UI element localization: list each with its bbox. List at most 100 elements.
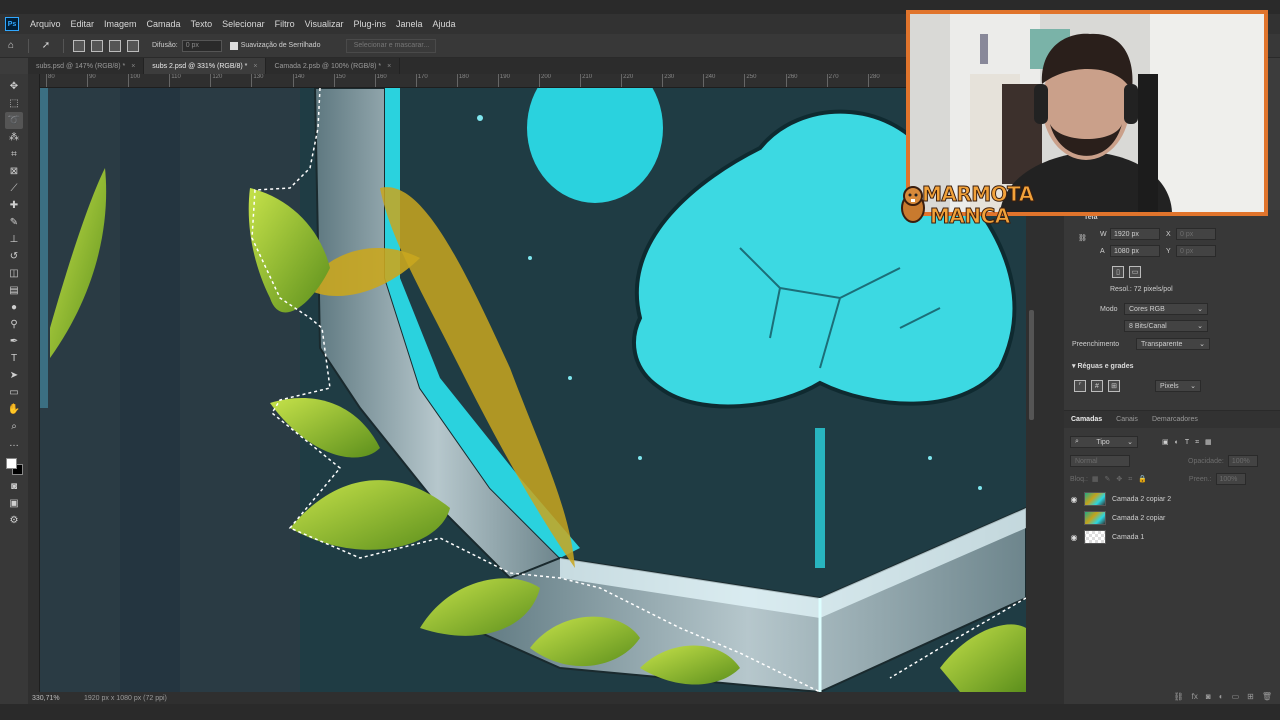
subtract-from-selection-button[interactable]: [109, 39, 121, 52]
grid-toggle-icon[interactable]: #: [1091, 380, 1103, 392]
guides-toggle-icon[interactable]: ⊞: [1108, 380, 1120, 392]
ruler-tick: 220: [621, 74, 633, 87]
height-field[interactable]: 1080 px: [1110, 245, 1160, 257]
lasso-tool-icon[interactable]: ➰: [5, 112, 23, 129]
color-swatches[interactable]: [4, 456, 24, 478]
y-field[interactable]: 0 px: [1176, 245, 1216, 257]
dodge-tool-icon[interactable]: ⚲: [5, 316, 23, 333]
tab-paths[interactable]: Demarcadores: [1145, 416, 1205, 423]
menu-plugins[interactable]: Plug-ins: [348, 19, 391, 29]
gradient-tool-icon[interactable]: ▤: [5, 282, 23, 299]
menu-filtro[interactable]: Filtro: [270, 19, 300, 29]
tab-channels[interactable]: Canais: [1109, 416, 1145, 423]
layer-row[interactable]: ◉ Camada 2 copiar 2: [1064, 490, 1280, 508]
menu-texto[interactable]: Texto: [186, 19, 218, 29]
lasso-tool-preset-icon[interactable]: ➚: [39, 39, 53, 53]
tab-layers[interactable]: Camadas: [1064, 416, 1109, 423]
magic-wand-tool-icon[interactable]: ⁂: [5, 129, 23, 146]
brush-tool-icon[interactable]: ✎: [5, 214, 23, 231]
horizontal-ruler[interactable]: 80 90 100 110 120 130 140 150 160 170 180 190 200 210…: [40, 74, 1026, 88]
menu-janela[interactable]: Janela: [391, 19, 428, 29]
eye-icon[interactable]: ◉: [1064, 533, 1084, 542]
more-tools-icon[interactable]: …: [5, 435, 23, 452]
menu-imagem[interactable]: Imagem: [99, 19, 142, 29]
menu-camada[interactable]: Camada: [142, 19, 186, 29]
portrait-icon[interactable]: ▯: [1112, 266, 1124, 278]
zoom-level[interactable]: 330,71%: [28, 695, 68, 702]
width-field[interactable]: 1920 px: [1110, 228, 1160, 240]
tab-subs-2[interactable]: subs 2.psd @ 331% (RGB/8) * ×: [144, 58, 267, 74]
marquee-tool-icon[interactable]: ⬚: [5, 95, 23, 112]
menu-selecionar[interactable]: Selecionar: [217, 19, 270, 29]
eye-icon[interactable]: ◉: [1064, 495, 1084, 504]
link-icon[interactable]: ⛓: [1078, 234, 1087, 242]
new-group-icon[interactable]: ▭: [1232, 692, 1240, 701]
filter-icons[interactable]: ▣◐T⌗▦: [1162, 438, 1218, 447]
menu-ajuda[interactable]: Ajuda: [428, 19, 461, 29]
crop-tool-icon[interactable]: ⌗: [5, 146, 23, 163]
lock-icons[interactable]: ▦✎✥⌗🔒: [1092, 475, 1153, 484]
path-selection-tool-icon[interactable]: ➤: [5, 367, 23, 384]
zoom-tool-icon[interactable]: ⌕: [5, 418, 23, 435]
type-tool-icon[interactable]: T: [5, 350, 23, 367]
units-dropdown[interactable]: Pixels ⌄: [1155, 380, 1201, 392]
pen-tool-icon[interactable]: ✒: [5, 333, 23, 350]
trash-icon[interactable]: 🗑: [1262, 692, 1272, 701]
bit-depth-dropdown[interactable]: 8 Bits/Canal ⌄: [1124, 320, 1208, 332]
healing-brush-tool-icon[interactable]: ✚: [5, 197, 23, 214]
ruler-toggle-icon[interactable]: ⌜: [1074, 380, 1086, 392]
link-layers-icon[interactable]: ⛓: [1174, 692, 1184, 701]
clone-stamp-tool-icon[interactable]: ⊥: [5, 231, 23, 248]
intersect-selection-button[interactable]: [127, 39, 139, 52]
screen-mode-icon[interactable]: ▣: [5, 495, 23, 512]
blur-tool-icon[interactable]: ●: [5, 299, 23, 316]
menu-editar[interactable]: Editar: [66, 19, 100, 29]
document-canvas[interactable]: [40, 88, 1026, 692]
tab-camada-2[interactable]: Camada 2.psb @ 100% (RGB/8) * ×: [266, 58, 401, 74]
new-selection-button[interactable]: [73, 39, 85, 52]
add-mask-icon[interactable]: ◙: [1206, 692, 1211, 701]
eyedropper-tool-icon[interactable]: ⟋: [5, 180, 23, 197]
rectangle-tool-icon[interactable]: ▭: [5, 384, 23, 401]
new-layer-icon[interactable]: ⊞: [1247, 692, 1254, 701]
home-icon[interactable]: ⌂: [4, 39, 18, 53]
menu-arquivo[interactable]: Arquivo: [25, 19, 66, 29]
width-label: W: [1100, 230, 1107, 238]
eraser-tool-icon[interactable]: ◫: [5, 265, 23, 282]
hand-tool-icon[interactable]: ✋: [5, 401, 23, 418]
frame-tool-icon[interactable]: ⊠: [5, 163, 23, 180]
blend-mode-dropdown[interactable]: Normal: [1070, 455, 1130, 467]
x-field[interactable]: 0 px: [1176, 228, 1216, 240]
quick-mask-icon[interactable]: ◙: [5, 478, 23, 495]
canvas-scrollbar[interactable]: [1029, 310, 1034, 420]
close-icon[interactable]: ×: [253, 63, 257, 70]
foreground-color[interactable]: [6, 458, 17, 469]
landscape-icon[interactable]: ▭: [1129, 266, 1141, 278]
tab-subs[interactable]: subs.psd @ 147% (RGB/8) * ×: [28, 58, 145, 74]
fill-dropdown[interactable]: Transparente ⌄: [1136, 338, 1210, 350]
feather-input[interactable]: 0 px: [181, 39, 222, 52]
close-icon[interactable]: ×: [387, 63, 391, 70]
fx-icon[interactable]: fx: [1192, 692, 1198, 701]
rulers-and-grids-heading[interactable]: ▾ Réguas e grades: [1072, 362, 1134, 370]
document-info[interactable]: 1920 px x 1080 px (72 ppi): [84, 695, 167, 702]
menu-visualizar[interactable]: Visualizar: [300, 19, 349, 29]
history-brush-tool-icon[interactable]: ↺: [5, 248, 23, 265]
rulers-row: ⌜ # ⊞ Pixels ⌄: [1074, 380, 1201, 392]
antialias-checkbox[interactable]: [229, 41, 238, 50]
layer-row[interactable]: ◉ Camada 1: [1064, 528, 1280, 546]
mode-dropdown[interactable]: Cores RGB ⌄: [1124, 303, 1208, 315]
add-to-selection-button[interactable]: [91, 39, 103, 52]
vertical-ruler[interactable]: [28, 74, 40, 694]
opacity-field[interactable]: 100%: [1227, 455, 1258, 467]
move-tool-icon[interactable]: ✥: [5, 78, 23, 95]
layer-filter-dropdown[interactable]: ⌕ Tipo ⌄: [1070, 436, 1138, 448]
extras-icon[interactable]: ⚙: [5, 512, 23, 529]
select-and-mask-button[interactable]: Selecionar e mascarar...: [346, 38, 437, 53]
photoshop-logo-icon[interactable]: Ps: [5, 17, 19, 31]
fill-field[interactable]: 100%: [1215, 473, 1246, 485]
properties-and-layers-panel: Tela ⛓ W 1920 px X 0 px A 1080 px Y 0 px…: [1064, 210, 1280, 704]
close-icon[interactable]: ×: [131, 63, 135, 70]
layer-row[interactable]: Camada 2 copiar: [1064, 509, 1280, 527]
adjustment-layer-icon[interactable]: ◐: [1219, 692, 1224, 701]
